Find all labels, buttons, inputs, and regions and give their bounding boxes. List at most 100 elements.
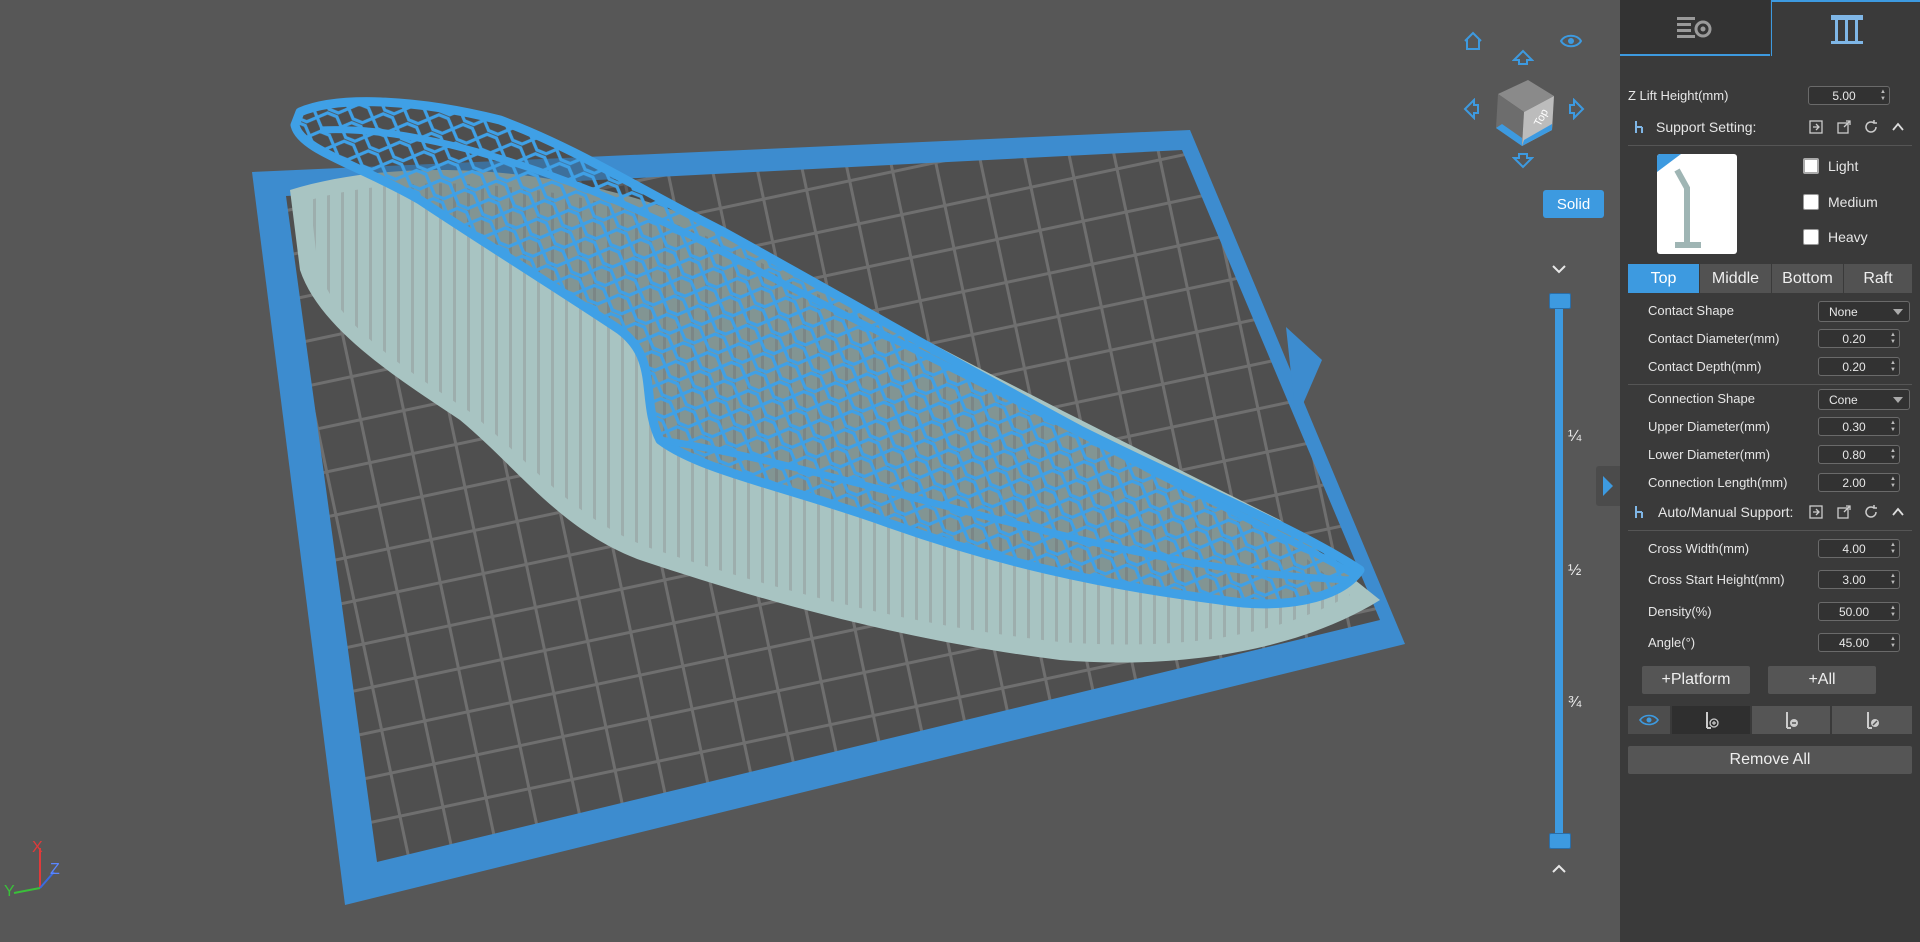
view-cube[interactable]: Top [1488, 74, 1558, 153]
auto-manual-header: Auto/Manual Support: [1620, 500, 1920, 526]
remove-support-icon [1786, 712, 1798, 729]
add-platform-button[interactable]: +Platform [1642, 666, 1750, 694]
tab-raft[interactable]: Raft [1844, 264, 1912, 293]
arrow-right-icon[interactable] [1568, 97, 1586, 125]
connection-length-label: Connection Length(mm) [1648, 475, 1788, 490]
remove-support-tool[interactable] [1752, 706, 1830, 734]
connection-length-value: 2.00 [1842, 475, 1866, 490]
render-mode-button[interactable]: Solid [1543, 190, 1604, 218]
connection-shape-select[interactable]: Cone [1818, 389, 1910, 410]
import-icon[interactable] [1808, 504, 1824, 520]
preset-medium-checkbox[interactable] [1803, 194, 1819, 210]
z-lift-label: Z Lift Height(mm) [1628, 88, 1729, 103]
tab-middle[interactable]: Middle [1700, 264, 1771, 293]
lower-diameter-input[interactable]: 0.80 ▲ ▼ [1818, 445, 1900, 464]
contact-depth-input[interactable]: 0.20 ▲ ▼ [1818, 357, 1900, 376]
chevron-up-icon[interactable] [1550, 862, 1568, 878]
tab-support[interactable] [1771, 0, 1920, 56]
visibility-icon [1639, 714, 1659, 726]
3d-viewport[interactable]: X Y Z Top Solid ¼ ½ ¾ [0, 0, 1620, 942]
z-lift-input[interactable]: 5.00 ▲ ▼ [1808, 86, 1890, 105]
connection-length-input[interactable]: 2.00 ▲ ▼ [1818, 473, 1900, 492]
connection-shape-value: Cone [1829, 393, 1858, 407]
angle-input[interactable]: 45.00 ▲ ▼ [1818, 633, 1900, 652]
add-support-icon [1706, 712, 1719, 729]
layer-slider-track[interactable] [1555, 300, 1563, 842]
layer-slider-top-handle[interactable] [1549, 293, 1571, 309]
slider-half-label: ½ [1568, 562, 1582, 579]
upper-diameter-input[interactable]: 0.30 ▲ ▼ [1818, 417, 1900, 436]
remove-all-button[interactable]: Remove All [1628, 746, 1912, 774]
upper-diameter-row: Upper Diameter(mm) 0.30 ▲ ▼ [1620, 414, 1920, 440]
preset-medium-label: Medium [1828, 194, 1878, 210]
auto-manual-title: Auto/Manual Support: [1658, 504, 1794, 520]
slider-three-quarter-label: ¾ [1568, 694, 1582, 711]
add-support-tool[interactable] [1672, 706, 1750, 734]
tab-bottom[interactable]: Bottom [1772, 264, 1843, 293]
connection-length-row: Connection Length(mm) 2.00 ▲ ▼ [1620, 470, 1920, 496]
density-row: Density(%) 50.00 ▲ ▼ [1620, 599, 1920, 625]
connection-shape-label: Connection Shape [1648, 391, 1755, 406]
scene-canvas[interactable]: X Y Z [0, 0, 1620, 942]
angle-row: Angle(°) 45.00 ▲ ▼ [1620, 630, 1920, 656]
import-icon[interactable] [1808, 119, 1824, 135]
support-setting-header: Support Setting: [1620, 115, 1920, 141]
arrow-left-icon[interactable] [1462, 97, 1480, 125]
angle-value: 45.00 [1838, 635, 1870, 650]
collapse-icon[interactable] [1890, 504, 1906, 520]
support-small-icon [1635, 506, 1643, 518]
arrow-down-icon[interactable] [1511, 152, 1535, 175]
preset-light-checkbox[interactable] [1803, 158, 1819, 174]
contact-depth-value: 0.20 [1842, 359, 1866, 374]
preset-heavy-label: Heavy [1828, 229, 1868, 245]
preset-heavy-checkbox[interactable] [1803, 229, 1819, 245]
tab-print-settings[interactable] [1620, 0, 1770, 56]
cross-start-row: Cross Start Height(mm) 3.00 ▲ ▼ [1620, 567, 1920, 593]
cross-width-input[interactable]: 4.00 ▲ ▼ [1818, 539, 1900, 558]
connection-shape-row: Connection Shape Cone [1620, 386, 1920, 412]
upper-diameter-value: 0.30 [1842, 419, 1866, 434]
refresh-icon[interactable] [1863, 119, 1879, 135]
support-preview [1657, 154, 1737, 254]
contact-diameter-label: Contact Diameter(mm) [1648, 331, 1780, 346]
layer-slider-bottom-handle[interactable] [1549, 833, 1571, 849]
cross-width-row: Cross Width(mm) 4.00 ▲ ▼ [1620, 536, 1920, 562]
export-icon[interactable] [1836, 119, 1852, 135]
home-icon[interactable] [1462, 30, 1484, 57]
contact-diameter-value: 0.20 [1842, 331, 1866, 346]
refresh-icon[interactable] [1863, 504, 1879, 520]
support-icon [1830, 15, 1863, 44]
density-input[interactable]: 50.00 ▲ ▼ [1818, 602, 1900, 621]
slider-quarter-label: ¼ [1568, 428, 1582, 445]
edit-support-tool[interactable] [1832, 706, 1912, 734]
axis-z-label: Z [50, 861, 60, 878]
cross-start-label: Cross Start Height(mm) [1648, 572, 1785, 587]
z-lift-value: 5.00 [1832, 88, 1856, 103]
support-panel: Z Lift Height(mm) 5.00 ▲ ▼ Support Setting… [1620, 0, 1920, 942]
axis-x-label: X [32, 839, 43, 856]
contact-diameter-input[interactable]: 0.20 ▲ ▼ [1818, 329, 1900, 348]
arrow-up-icon[interactable] [1511, 48, 1535, 71]
contact-shape-row: Contact Shape None [1620, 298, 1920, 324]
edit-support-icon [1867, 712, 1879, 729]
support-small-icon [1635, 121, 1643, 133]
contact-depth-row: Contact Depth(mm) 0.20 ▲ ▼ [1620, 354, 1920, 380]
axis-triad: X Y Z [4, 839, 60, 900]
add-all-button[interactable]: +All [1768, 666, 1876, 694]
density-value: 50.00 [1838, 604, 1870, 619]
preset-light-label: Light [1828, 158, 1859, 174]
cross-start-input[interactable]: 3.00 ▲ ▼ [1818, 570, 1900, 589]
visibility-toggle[interactable] [1628, 706, 1670, 734]
collapse-icon[interactable] [1890, 119, 1906, 135]
contact-shape-value: None [1829, 305, 1858, 319]
contact-shape-select[interactable]: None [1818, 301, 1910, 322]
chevron-down-icon[interactable] [1550, 262, 1568, 278]
density-label: Density(%) [1648, 604, 1712, 619]
support-setting-title: Support Setting: [1656, 119, 1757, 135]
tab-top[interactable]: Top [1628, 264, 1699, 293]
settings-icon [1677, 17, 1712, 38]
export-icon[interactable] [1836, 504, 1852, 520]
eye-icon[interactable] [1559, 33, 1583, 54]
expand-panel-icon[interactable] [1596, 466, 1620, 506]
lower-diameter-value: 0.80 [1842, 447, 1866, 462]
